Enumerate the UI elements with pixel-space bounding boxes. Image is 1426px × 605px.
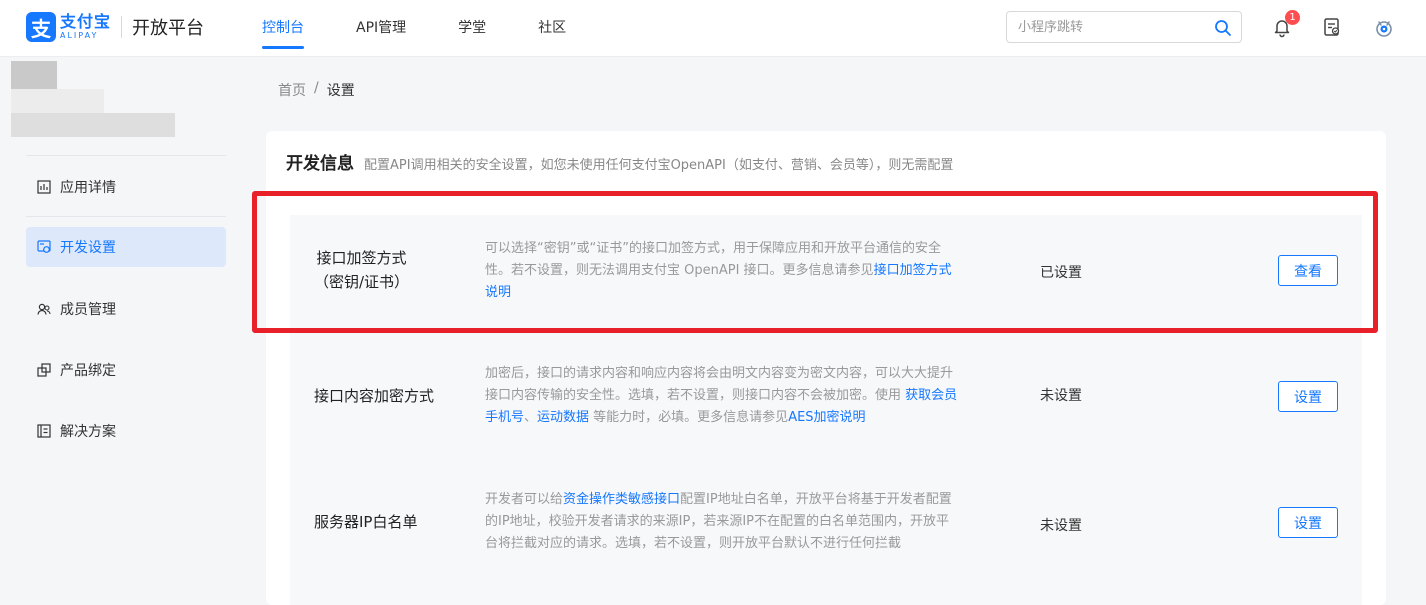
left-sidebar: 应用详情 开发设置 成员管理 产品绑定 解决方案 bbox=[0, 57, 252, 605]
sign-method-link[interactable]: 接口加签方式 bbox=[874, 263, 952, 278]
sidebar-item-product-binding[interactable]: 产品绑定 bbox=[26, 350, 226, 390]
aes-doc-link[interactable]: AES加密说明 bbox=[788, 410, 865, 425]
phone-number-link[interactable]: 手机号 bbox=[485, 410, 524, 425]
logo-en: ALIPAY bbox=[60, 31, 99, 40]
app-name-blurred bbox=[11, 89, 104, 113]
nav-console[interactable]: 控制台 bbox=[262, 0, 304, 57]
member-info-link[interactable]: 获取会员 bbox=[905, 388, 957, 403]
breadcrumb-separator: / bbox=[314, 80, 319, 96]
sidebar-item-label: 成员管理 bbox=[60, 302, 116, 318]
document-icon[interactable] bbox=[1321, 16, 1343, 38]
row-title: 服务器IP白名单 bbox=[314, 513, 418, 531]
platform-name: 开放平台 bbox=[132, 18, 205, 39]
desc-text: 等能力时，必填。更多信息请参见 bbox=[589, 410, 789, 425]
logo-divider bbox=[121, 16, 123, 38]
card-header: 开发信息 配置API调用相关的安全设置，如您未使用任何支付宝OpenAPI（如支… bbox=[286, 149, 953, 174]
row-description: 开发者可以给资金操作类敏感接口配置IP地址白名单，开放平台将基于开发者配置 的I… bbox=[485, 489, 995, 555]
sign-method-doc-link[interactable]: 说明 bbox=[485, 285, 511, 300]
card-title: 开发信息 bbox=[286, 154, 354, 174]
desc-line: 加密后，接口的请求内容和响应内容将会由明文内容变为密文内容，可以大大提升 bbox=[485, 366, 954, 381]
breadcrumb-current: 设置 bbox=[326, 83, 355, 99]
members-icon bbox=[37, 303, 51, 315]
row-content-encryption: 接口内容加密方式 加密后，接口的请求内容和响应内容将会由明文内容变为密文内容，可… bbox=[290, 327, 1362, 467]
nav-community[interactable]: 社区 bbox=[538, 0, 566, 57]
status-text: 已设置 bbox=[1040, 265, 1082, 281]
search-input[interactable] bbox=[1007, 12, 1197, 42]
desc-text: 、 bbox=[524, 410, 538, 425]
desc-text: 配置IP地址白名单，开放平台将基于开发者配置 bbox=[680, 492, 952, 507]
product-bind-icon bbox=[37, 363, 51, 377]
desc-line: 手机号、运动数据 等能力时，必填。更多信息请参见AES加密说明 bbox=[485, 407, 995, 429]
alipay-logo[interactable]: 支 支付宝 ALIPAY 开放平台 bbox=[26, 12, 204, 42]
sidebar-item-solutions[interactable]: 解决方案 bbox=[26, 411, 226, 451]
sport-data-link[interactable]: 运动数据 bbox=[537, 410, 589, 425]
desc-line: 开发者可以给资金操作类敏感接口配置IP地址白名单，开放平台将基于开发者配置 bbox=[485, 489, 995, 511]
row-sign-method: 接口加签方式 （密钥/证书） 可以选择“密钥”或“证书”的接口加签方式，用于保障… bbox=[290, 215, 1362, 327]
row-title-line: （密钥/证书） bbox=[314, 273, 410, 291]
sidebar-divider bbox=[26, 216, 226, 217]
app-id-blurred bbox=[11, 113, 175, 137]
app-avatar-blurred bbox=[11, 61, 57, 89]
desc-line: 接口内容传输的安全性。选填，若不设置，则接口内容不会被加密。使用 获取会员 bbox=[485, 385, 995, 407]
sidebar-item-members[interactable]: 成员管理 bbox=[26, 289, 226, 329]
sidebar-item-label: 解决方案 bbox=[60, 424, 116, 440]
chart-icon bbox=[37, 180, 51, 194]
alipay-logo-icon: 支 bbox=[26, 12, 56, 42]
row-title-line: 接口加签方式 bbox=[316, 249, 407, 267]
row-title: 接口内容加密方式 bbox=[314, 387, 435, 405]
logo-cn: 支付宝 bbox=[60, 12, 112, 31]
sidebar-item-app-details[interactable]: 应用详情 bbox=[26, 167, 226, 207]
desc-text: 性。若不设置，则无法调用支付宝 OpenAPI 接口。更多信息请参见 bbox=[485, 263, 874, 278]
status-text: 未设置 bbox=[1040, 518, 1082, 534]
view-button[interactable]: 查看 bbox=[1278, 255, 1338, 286]
dev-settings-icon bbox=[37, 240, 51, 253]
logo-text: 支付宝 ALIPAY bbox=[60, 14, 111, 40]
breadcrumb-home[interactable]: 首页 bbox=[278, 80, 306, 100]
desc-text: 开发者可以给 bbox=[485, 492, 564, 507]
notification-badge: 1 bbox=[1285, 10, 1300, 25]
nav-academy[interactable]: 学堂 bbox=[458, 0, 486, 57]
row-title: 接口加签方式 （密钥/证书） bbox=[314, 246, 409, 294]
search-icon[interactable] bbox=[1214, 19, 1232, 37]
fund-api-link[interactable]: 资金操作类敏感接口 bbox=[563, 492, 680, 507]
desc-line: 性。若不设置，则无法调用支付宝 OpenAPI 接口。更多信息请参见接口加签方式 bbox=[485, 260, 995, 282]
breadcrumb: 首页 / 设置 bbox=[278, 80, 355, 100]
desc-line: 台将拦截对应的请求。选填，若不设置，则开放平台默认不进行任何拦截 bbox=[485, 536, 902, 551]
sidebar-divider bbox=[26, 155, 226, 156]
sidebar-item-label: 开发设置 bbox=[60, 240, 116, 256]
ip-whitelist-setup-button[interactable]: 设置 bbox=[1278, 507, 1338, 538]
top-header: 支 支付宝 ALIPAY 开放平台 控制台 API管理 学堂 社区 1 bbox=[0, 0, 1426, 57]
miniapp-search bbox=[1006, 11, 1242, 43]
user-avatar-icon[interactable] bbox=[1373, 16, 1395, 38]
sidebar-item-label: 产品绑定 bbox=[60, 363, 116, 379]
row-description: 可以选择“密钥”或“证书”的接口加签方式，用于保障应用和开放平台通信的安全 性。… bbox=[485, 238, 995, 304]
encryption-setup-button[interactable]: 设置 bbox=[1278, 381, 1338, 412]
top-nav: 控制台 API管理 学堂 社区 bbox=[262, 0, 618, 57]
card-subtitle: 配置API调用相关的安全设置，如您未使用任何支付宝OpenAPI（如支付、营销、… bbox=[364, 158, 954, 173]
desc-text: 接口内容传输的安全性。选填，若不设置，则接口内容不会被加密。使用 bbox=[485, 388, 906, 403]
desc-line: 的IP地址，校验开发者请求的来源IP，若来源IP不在配置的白名单范围内，开放平 bbox=[485, 514, 950, 529]
row-ip-whitelist: 服务器IP白名单 开发者可以给资金操作类敏感接口配置IP地址白名单，开放平台将基… bbox=[290, 467, 1362, 605]
dev-info-card: 开发信息 配置API调用相关的安全设置，如您未使用任何支付宝OpenAPI（如支… bbox=[266, 131, 1386, 605]
desc-line: 可以选择“密钥”或“证书”的接口加签方式，用于保障应用和开放平台通信的安全 bbox=[485, 241, 941, 256]
solution-icon bbox=[37, 424, 51, 438]
row-description: 加密后，接口的请求内容和响应内容将会由明文内容变为密文内容，可以大大提升 接口内… bbox=[485, 363, 995, 429]
sidebar-item-label: 应用详情 bbox=[60, 180, 116, 196]
sidebar-item-dev-settings[interactable]: 开发设置 bbox=[26, 227, 226, 267]
desc-line: 说明 bbox=[485, 282, 995, 304]
nav-api-management[interactable]: API管理 bbox=[356, 0, 406, 57]
status-text: 未设置 bbox=[1040, 388, 1082, 404]
